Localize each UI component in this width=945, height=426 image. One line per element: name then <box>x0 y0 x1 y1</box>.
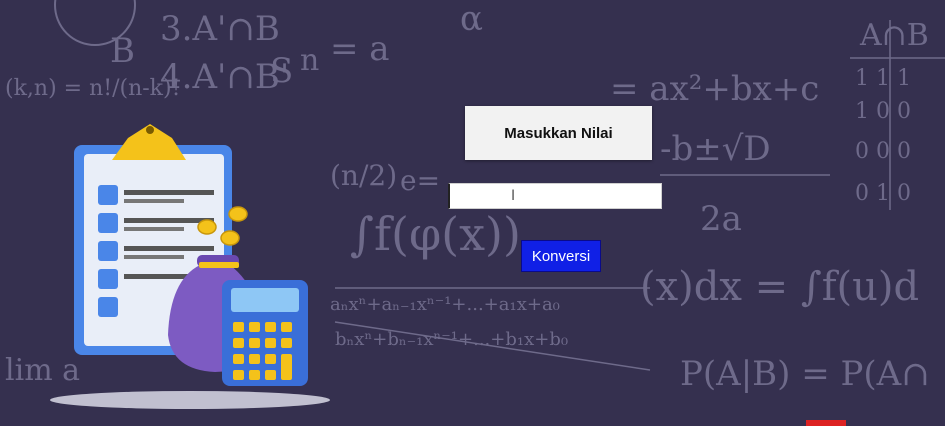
form-title-box: Masukkan Nilai <box>465 106 652 160</box>
svg-text:α: α <box>460 0 483 39</box>
floor-shadow <box>50 391 330 409</box>
svg-text:B: B <box>110 31 135 71</box>
svg-text:3.A'∩B: 3.A'∩B <box>160 9 280 49</box>
svg-text:= a: = a <box>330 29 390 69</box>
svg-text:P(A|B) = P(A∩: P(A|B) = P(A∩ <box>680 354 930 394</box>
svg-text:-b±√D: -b±√D <box>660 129 771 169</box>
svg-text:1 1 1: 1 1 1 <box>855 66 911 91</box>
svg-text:(n/2): (n/2) <box>330 159 397 192</box>
form-title: Masukkan Nilai <box>504 124 613 142</box>
svg-text:(k,n) = n!/(n-k)!: (k,n) = n!/(n-k)! <box>5 76 180 101</box>
svg-text:aₙxⁿ+aₙ₋₁xⁿ⁻¹+...+a₁x+a₀: aₙxⁿ+aₙ₋₁xⁿ⁻¹+...+a₁x+a₀ <box>330 294 560 315</box>
svg-text:S: S <box>270 51 293 91</box>
finance-illustration <box>50 124 330 409</box>
corner-red-mark <box>806 420 846 426</box>
svg-text:0 1 0: 0 1 0 <box>855 181 911 206</box>
svg-text:2a: 2a <box>700 199 742 239</box>
svg-text:1 0 0: 1 0 0 <box>855 99 911 124</box>
svg-text:(x)dx = ∫f(u)d: (x)dx = ∫f(u)d <box>640 264 919 310</box>
svg-text:A∩B: A∩B <box>859 18 929 53</box>
convert-button[interactable]: Konversi <box>521 240 601 272</box>
svg-text:e=: e= <box>400 164 440 197</box>
calculator-icon <box>222 280 308 386</box>
svg-text:= ax²+bx+c: = ax²+bx+c <box>610 69 819 109</box>
svg-text:0 0 0: 0 0 0 <box>855 139 911 164</box>
svg-text:∫f(φ(x)): ∫f(φ(x)) <box>350 207 521 261</box>
value-input[interactable] <box>448 183 662 209</box>
svg-text:n: n <box>300 43 319 78</box>
